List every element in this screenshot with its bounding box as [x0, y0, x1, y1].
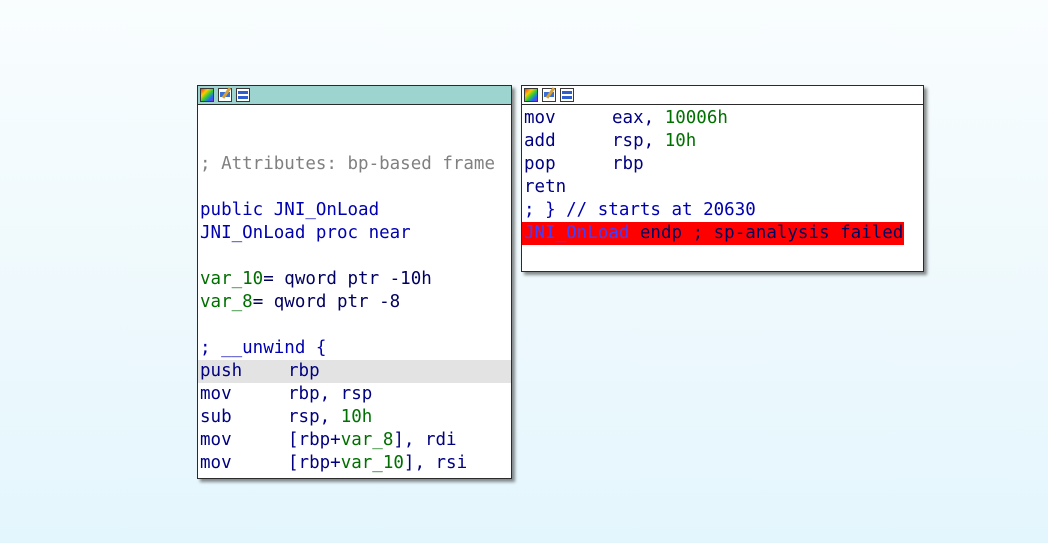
operand-immediate[interactable]: 10006h: [665, 108, 728, 128]
instruction-mnemonic[interactable]: mov: [200, 452, 288, 475]
disassembly-listing[interactable]: ; Attributes: bp-based frame public JNI_…: [198, 105, 511, 475]
stack-var-name[interactable]: var_10: [200, 269, 263, 289]
code-line[interactable]: JNI_OnLoad endp ; sp-analysis failed: [522, 222, 923, 245]
declaration-text: ; __unwind {: [200, 338, 327, 358]
code-line[interactable]: mov [rbp+var_10], rsi: [198, 452, 511, 475]
instruction-operands[interactable]: rsp,: [288, 407, 341, 427]
code-line[interactable]: sub rsp, 10h: [198, 406, 511, 429]
instruction-mnemonic[interactable]: mov: [200, 383, 288, 406]
declaration-text: public JNI_OnLoad: [200, 200, 380, 220]
graph-node-jni-onload-entry[interactable]: ; Attributes: bp-based frame public JNI_…: [197, 85, 512, 479]
node-titlebar[interactable]: [522, 86, 923, 105]
code-line[interactable]: mov rbp, rsp: [198, 383, 511, 406]
rename-pencil-icon[interactable]: [542, 88, 556, 102]
code-line[interactable]: push rbp: [198, 360, 511, 383]
endp-failure-text: endp ; sp-analysis failed: [629, 223, 904, 243]
operand-stack-var[interactable]: var_10: [341, 453, 404, 473]
code-line[interactable]: pop rbp: [522, 153, 923, 176]
instruction-operands[interactable]: [rbp+: [288, 453, 341, 473]
code-line[interactable]: mov eax, 10006h: [522, 107, 923, 130]
color-palette-icon[interactable]: [200, 88, 214, 102]
code-line[interactable]: [198, 130, 511, 153]
instruction-mnemonic[interactable]: add: [524, 130, 612, 153]
function-name[interactable]: JNI_OnLoad: [524, 223, 629, 243]
stack-var-definition: = qword ptr -8: [252, 292, 401, 312]
instruction-operands-tail[interactable]: ], rdi: [393, 430, 456, 450]
operand-immediate[interactable]: 10h: [665, 131, 697, 151]
instruction-mnemonic[interactable]: push: [200, 360, 288, 383]
code-line[interactable]: JNI_OnLoad proc near: [198, 222, 511, 245]
instruction-mnemonic[interactable]: retn: [524, 176, 612, 199]
code-line[interactable]: retn: [522, 176, 923, 199]
instruction-mnemonic[interactable]: mov: [524, 107, 612, 130]
instruction-operands[interactable]: rsp,: [612, 131, 665, 151]
color-palette-icon[interactable]: [524, 88, 538, 102]
instruction-operands[interactable]: rbp: [612, 154, 644, 174]
code-line[interactable]: ; Attributes: bp-based frame: [198, 153, 511, 176]
instruction-mnemonic[interactable]: sub: [200, 406, 288, 429]
code-line[interactable]: var_8= qword ptr -8: [198, 291, 511, 314]
code-line[interactable]: [198, 245, 511, 268]
rename-pencil-icon[interactable]: [218, 88, 232, 102]
instruction-mnemonic[interactable]: mov: [200, 429, 288, 452]
graph-overview-icon[interactable]: [236, 88, 250, 102]
instruction-operands[interactable]: [rbp+: [288, 430, 341, 450]
operand-immediate[interactable]: 10h: [341, 407, 373, 427]
code-line[interactable]: [198, 107, 511, 130]
stack-var-definition: = qword ptr -10h: [263, 269, 432, 289]
code-line[interactable]: [198, 176, 511, 199]
instruction-operands-tail[interactable]: ], rsi: [404, 453, 467, 473]
declaration-text: JNI_OnLoad proc near: [200, 223, 411, 243]
code-line[interactable]: public JNI_OnLoad: [198, 199, 511, 222]
comment-text: ; Attributes: bp-based frame: [200, 154, 496, 174]
node-titlebar[interactable]: [198, 86, 511, 105]
stack-var-name[interactable]: var_8: [200, 292, 253, 312]
declaration-text: ; } // starts at 20630: [524, 200, 756, 220]
sp-analysis-failed-highlight: JNI_OnLoad endp ; sp-analysis failed: [522, 222, 905, 245]
instruction-operands[interactable]: rbp, rsp: [288, 384, 372, 404]
graph-overview-icon[interactable]: [560, 88, 574, 102]
code-line[interactable]: ; __unwind {: [198, 337, 511, 360]
operand-stack-var[interactable]: var_8: [341, 430, 394, 450]
instruction-mnemonic[interactable]: pop: [524, 153, 612, 176]
code-line[interactable]: mov [rbp+var_8], rdi: [198, 429, 511, 452]
code-line[interactable]: ; } // starts at 20630: [522, 199, 923, 222]
instruction-operands[interactable]: eax,: [612, 108, 665, 128]
disassembly-listing[interactable]: mov eax, 10006h add rsp, 10h pop rbp retn; } /…: [522, 105, 923, 245]
code-line[interactable]: add rsp, 10h: [522, 130, 923, 153]
code-line[interactable]: [198, 314, 511, 337]
graph-node-jni-onload-exit[interactable]: mov eax, 10006h add rsp, 10h pop rbp retn; } /…: [521, 85, 924, 272]
code-line[interactable]: var_10= qword ptr -10h: [198, 268, 511, 291]
instruction-operands[interactable]: rbp: [288, 361, 320, 381]
